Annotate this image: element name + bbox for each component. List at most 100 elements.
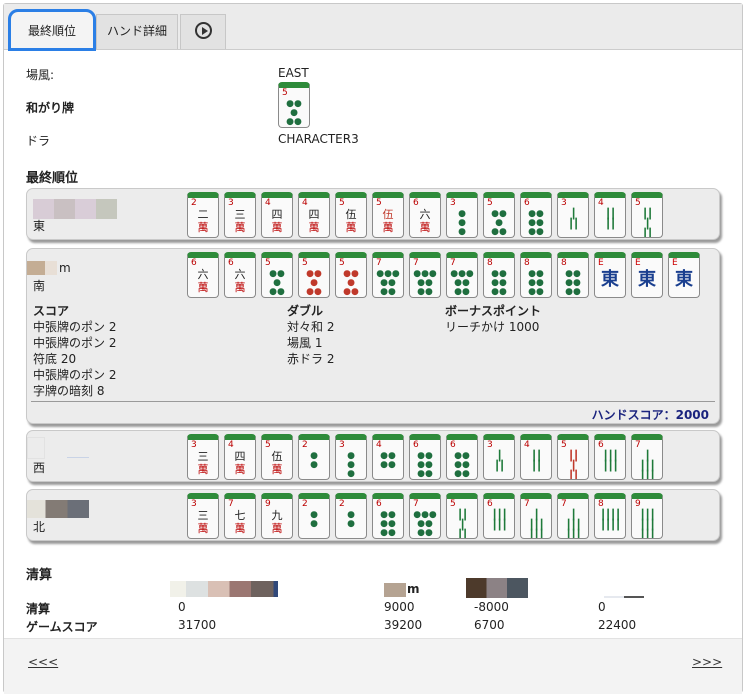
tile-face: 六萬: [419, 208, 431, 234]
footer: [4, 638, 742, 694]
tile-face: 伍萬: [271, 450, 283, 476]
mahjong-tile: 8●●●●●●●●: [520, 252, 552, 298]
tile-index: 5: [487, 198, 493, 208]
tile-face: ┃┃┃ ┃┃┃: [491, 510, 507, 531]
tile-face: ●●● ●● ●●: [413, 269, 437, 297]
dora-label: ドラ: [26, 134, 51, 148]
tile-index: 2: [191, 198, 197, 208]
game-score-value: 6700: [474, 618, 505, 632]
player-avatar: [27, 261, 57, 275]
seat-label: 東: [33, 219, 46, 233]
mahjong-tile: 2 ● ●: [335, 493, 367, 539]
player-avatar: [27, 500, 89, 518]
tile-face: 三萬: [234, 208, 246, 234]
tile-index: 5: [561, 440, 567, 450]
mahjong-tile: 5 ●● ● ●●: [298, 252, 330, 298]
tile-index: 6: [450, 440, 456, 450]
game-score-value: 22400: [598, 618, 637, 632]
mahjong-tile: 8 ┃┃┃┃ ┃┃┃┃: [594, 493, 626, 539]
tile-index: 6: [524, 198, 530, 208]
mahjong-tile: 5伍萬: [261, 434, 293, 480]
tile-index: 8: [598, 499, 604, 509]
tile-face: ┃┃ ┃┃: [530, 451, 542, 472]
play-icon: [194, 21, 212, 39]
tile-face: 伍萬: [345, 208, 357, 234]
tile-face: ●●●●●●●●: [528, 269, 544, 298]
game-score-label: ゲームスコア: [26, 620, 98, 634]
tile-face: ┃┃ ┃ ┃┃: [641, 209, 653, 238]
mahjong-tile: 7 ●●● ●● ●●: [446, 252, 478, 298]
tile-face: ●● ● ●●: [286, 99, 302, 127]
tab-label: ハンド詳細: [106, 24, 167, 38]
game-score-value: 39200: [384, 618, 423, 632]
tile-face: 四萬: [271, 208, 283, 234]
score-item: 中張牌のポン 2: [33, 336, 117, 350]
tile-face: ┃ ┃┃┃ ┃┃┃: [639, 451, 655, 480]
tile-face: ● ●: [347, 510, 355, 529]
mahjong-tile: 4 ┃┃ ┃┃: [520, 434, 552, 480]
tile-index: 4: [376, 440, 382, 450]
tab-replay[interactable]: [180, 14, 226, 49]
tile-index: 3: [487, 440, 493, 450]
tile-face: ┃ ┃┃┃ ┃┃┃: [565, 510, 581, 539]
tile-face: ●● ●● ●●: [417, 451, 433, 479]
mahjong-tile: 8●●●●●●●●: [483, 252, 515, 298]
score-item: 字牌の暗刻 8: [33, 384, 105, 398]
mahjong-tile: 2 ● ●: [298, 434, 330, 480]
double-item: 対々和 2: [287, 320, 335, 334]
tile-index: 6: [487, 499, 493, 509]
tile-face: ┃┃ ┃ ┃┃: [567, 451, 579, 480]
tile-face: ●● ●● ●●: [380, 510, 396, 538]
tile-face: ┃ ┃┃: [567, 209, 579, 230]
mahjong-tile: 7 ┃ ┃┃┃ ┃┃┃: [631, 434, 663, 480]
winning-tile: 5 ●● ● ●●: [278, 82, 312, 130]
tile-face: 東: [601, 269, 619, 290]
settlement-avatar: [466, 578, 528, 598]
next-link[interactable]: >>>: [692, 655, 722, 669]
tile-face: ●●● ●● ●●: [450, 269, 474, 297]
tile-index: 7: [413, 499, 419, 509]
mahjong-tile: 6 ┃┃┃ ┃┃┃: [594, 434, 626, 480]
score-section: スコア 中張牌のポン 2 中張牌のポン 2 符底 20 中張牌のポン 2 字牌の…: [33, 303, 116, 399]
hand-score: ハンドスコア：2000: [591, 408, 709, 422]
player-name: m: [59, 261, 71, 275]
tile-index: 8: [487, 258, 493, 268]
mahjong-tile: 5伍萬: [335, 192, 367, 238]
tile-index: 4: [228, 440, 234, 450]
mahjong-tile: 3 ● ● ●: [335, 434, 367, 480]
mahjong-tile: 5伍萬: [372, 192, 404, 238]
tile-face: 伍萬: [382, 208, 394, 234]
tile-index: 8: [561, 258, 567, 268]
tile-index: 6: [413, 198, 419, 208]
tile-face: ●●● ●● ●●: [413, 510, 437, 538]
tile-face: ●● ● ●●: [343, 269, 359, 297]
mahjong-tile: 6 ●● ●● ●●: [409, 434, 441, 480]
tile-index: 3: [339, 440, 345, 450]
tile-face: ●● ● ●●: [306, 269, 322, 297]
tile-index: 5: [302, 258, 308, 268]
tile-face: ●● ● ●●: [269, 269, 285, 297]
tile-face: 四萬: [308, 208, 320, 234]
mahjong-tile: 7 ┃ ┃┃┃ ┃┃┃: [557, 493, 589, 539]
tile-index: 6: [228, 258, 234, 268]
mahjong-tile: 7 ●●● ●● ●●: [409, 493, 441, 539]
mahjong-tile: 4四萬: [298, 192, 330, 238]
score-title: スコア: [33, 304, 70, 318]
tile-index: 7: [413, 258, 419, 268]
mahjong-tile: 4 ┃┃ ┃┃: [594, 192, 626, 238]
mahjong-tile: E東: [594, 252, 626, 298]
round-wind-label: 場風:: [26, 68, 55, 82]
tab-final-ranking[interactable]: 最終順位: [8, 9, 96, 51]
mahjong-tile: 7 ●●● ●● ●●: [409, 252, 441, 298]
tile-face: 六萬: [234, 268, 246, 294]
tile-index: 4: [524, 440, 530, 450]
mahjong-tile: 6六萬: [187, 252, 219, 298]
winning-tile-label: 和がり牌: [26, 101, 75, 115]
prev-link[interactable]: <<<: [28, 655, 58, 669]
tile-index: 7: [376, 258, 382, 268]
tile-face: 七萬: [234, 509, 246, 535]
tile-index: 7: [450, 258, 456, 268]
tab-hand-details[interactable]: ハンド詳細: [96, 14, 178, 49]
tile-index: 6: [376, 499, 382, 509]
tile-face: 三萬: [197, 509, 209, 535]
